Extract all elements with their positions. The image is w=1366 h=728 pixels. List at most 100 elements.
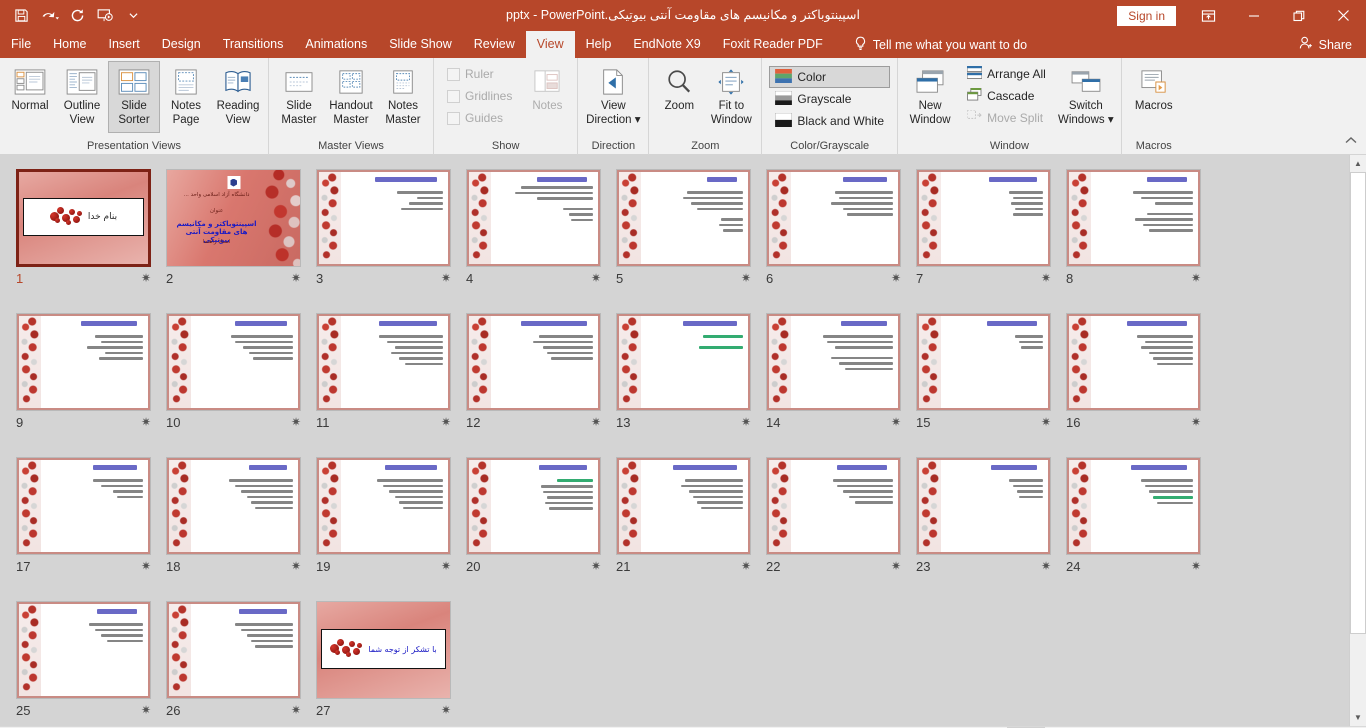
transition-star-icon[interactable]: ✷: [141, 271, 151, 285]
slide-thumbnail-7[interactable]: 7 ✷: [916, 169, 1066, 291]
ruler-checkbox[interactable]: Ruler: [441, 63, 518, 85]
slide-thumbnail-1[interactable]: بنام خدا 1 ✷: [16, 169, 166, 291]
tab-animations[interactable]: Animations: [294, 31, 378, 58]
transition-star-icon[interactable]: ✷: [591, 559, 601, 573]
close-icon[interactable]: [1321, 0, 1366, 31]
slide-thumbnail-20[interactable]: 20 ✷: [466, 457, 616, 579]
transition-star-icon[interactable]: ✷: [441, 703, 451, 717]
transition-star-icon[interactable]: ✷: [741, 415, 751, 429]
slide-preview[interactable]: [766, 169, 901, 267]
fit-to-window-button[interactable]: Fit to Window: [705, 61, 757, 133]
slide-preview[interactable]: [166, 457, 301, 555]
move-split-button[interactable]: Move Split: [961, 107, 1052, 129]
tab-help[interactable]: Help: [575, 31, 623, 58]
zoom-button[interactable]: Zoom: [653, 61, 705, 133]
handout-master-button[interactable]: Handout Master: [325, 61, 377, 133]
slide-thumbnail-19[interactable]: 19 ✷: [316, 457, 466, 579]
normal-view-button[interactable]: Normal: [4, 61, 56, 133]
slide-thumbnail-26[interactable]: 26 ✷: [166, 601, 316, 723]
slide-preview[interactable]: [916, 313, 1051, 411]
tab-home[interactable]: Home: [42, 31, 97, 58]
grayscale-option[interactable]: Grayscale: [769, 88, 890, 110]
transition-star-icon[interactable]: ✷: [891, 559, 901, 573]
switch-windows-button[interactable]: Switch Windows ▾: [1055, 61, 1117, 133]
save-icon[interactable]: [8, 4, 34, 28]
transition-star-icon[interactable]: ✷: [291, 559, 301, 573]
slide-thumbnail-grid[interactable]: بنام خدا 1 ✷ دانشگاه آزاد اسلامی واحد ... عن…: [0, 155, 1349, 726]
gridlines-checkbox[interactable]: Gridlines: [441, 85, 518, 107]
black-and-white-option[interactable]: Black and White: [769, 110, 890, 132]
slide-preview[interactable]: [766, 457, 901, 555]
macros-button[interactable]: Macros: [1126, 61, 1182, 133]
transition-star-icon[interactable]: ✷: [591, 415, 601, 429]
slide-preview[interactable]: [616, 457, 751, 555]
tab-file[interactable]: File: [0, 31, 42, 58]
slide-preview[interactable]: [166, 313, 301, 411]
minimize-icon[interactable]: [1231, 0, 1276, 31]
slide-thumbnail-18[interactable]: 18 ✷: [166, 457, 316, 579]
slide-preview[interactable]: [16, 601, 151, 699]
guides-checkbox[interactable]: Guides: [441, 107, 518, 129]
slide-thumbnail-12[interactable]: 12 ✷: [466, 313, 616, 435]
transition-star-icon[interactable]: ✷: [291, 415, 301, 429]
transition-star-icon[interactable]: ✷: [1041, 559, 1051, 573]
new-window-button[interactable]: New Window: [902, 61, 958, 133]
transition-star-icon[interactable]: ✷: [1041, 271, 1051, 285]
slide-preview[interactable]: [316, 169, 451, 267]
view-direction-button[interactable]: View Direction ▾: [582, 61, 644, 133]
slide-thumbnail-8[interactable]: 8 ✷: [1066, 169, 1216, 291]
tab-design[interactable]: Design: [151, 31, 212, 58]
scrollbar-thumb[interactable]: [1350, 172, 1366, 634]
slide-thumbnail-6[interactable]: 6 ✷: [766, 169, 916, 291]
slide-preview[interactable]: [766, 313, 901, 411]
slide-preview[interactable]: [616, 313, 751, 411]
transition-star-icon[interactable]: ✷: [1041, 415, 1051, 429]
transition-star-icon[interactable]: ✷: [291, 271, 301, 285]
scrollbar-track[interactable]: [1350, 172, 1366, 709]
slide-preview[interactable]: با تشکر از توجه شما: [316, 601, 451, 699]
arrange-all-button[interactable]: Arrange All: [961, 63, 1052, 85]
slide-thumbnail-23[interactable]: 23 ✷: [916, 457, 1066, 579]
slide-preview[interactable]: [466, 169, 601, 267]
tell-me-search[interactable]: Tell me what you want to do: [848, 31, 1033, 58]
transition-star-icon[interactable]: ✷: [1191, 415, 1201, 429]
color-option[interactable]: Color: [769, 66, 891, 88]
slide-preview[interactable]: [466, 313, 601, 411]
slideshow-icon[interactable]: [92, 4, 118, 28]
slide-sorter-button[interactable]: Slide Sorter: [108, 61, 160, 133]
tab-view[interactable]: View: [525, 31, 575, 58]
notes-button[interactable]: Notes: [521, 61, 573, 133]
slide-thumbnail-10[interactable]: 10 ✷: [166, 313, 316, 435]
tab-foxit-reader-pdf[interactable]: Foxit Reader PDF: [712, 31, 834, 58]
outline-view-button[interactable]: Outline View: [56, 61, 108, 133]
slide-preview[interactable]: [616, 169, 751, 267]
slide-thumbnail-17[interactable]: 17 ✷: [16, 457, 166, 579]
slide-preview[interactable]: [466, 457, 601, 555]
transition-star-icon[interactable]: ✷: [141, 559, 151, 573]
undo-icon[interactable]: [36, 4, 62, 28]
tab-endnote-x9[interactable]: EndNote X9: [622, 31, 711, 58]
tab-insert[interactable]: Insert: [98, 31, 151, 58]
slide-thumbnail-15[interactable]: 15 ✷: [916, 313, 1066, 435]
slide-thumbnail-9[interactable]: 9 ✷: [16, 313, 166, 435]
slide-thumbnail-3[interactable]: 3 ✷: [316, 169, 466, 291]
slide-thumbnail-2[interactable]: دانشگاه آزاد اسلامی واحد ... عنوان اسپینتو…: [166, 169, 316, 291]
transition-star-icon[interactable]: ✷: [591, 271, 601, 285]
scroll-down-icon[interactable]: ▼: [1350, 709, 1366, 726]
transition-star-icon[interactable]: ✷: [141, 703, 151, 717]
reading-view-button[interactable]: Reading View: [212, 61, 264, 133]
slide-preview[interactable]: دانشگاه آزاد اسلامی واحد ... عنوان اسپینتو…: [166, 169, 301, 267]
slide-preview[interactable]: [916, 457, 1051, 555]
chevron-down-icon[interactable]: [120, 4, 146, 28]
redo-icon[interactable]: [64, 4, 90, 28]
ribbon-display-options-icon[interactable]: [1186, 0, 1231, 31]
tab-slide-show[interactable]: Slide Show: [378, 31, 463, 58]
slide-preview[interactable]: [1066, 457, 1201, 555]
slide-preview[interactable]: [16, 457, 151, 555]
transition-star-icon[interactable]: ✷: [291, 703, 301, 717]
slide-thumbnail-14[interactable]: 14 ✷: [766, 313, 916, 435]
slide-thumbnail-25[interactable]: 25 ✷: [16, 601, 166, 723]
slide-master-button[interactable]: Slide Master: [273, 61, 325, 133]
slide-preview[interactable]: [166, 601, 301, 699]
slide-preview[interactable]: [1066, 313, 1201, 411]
